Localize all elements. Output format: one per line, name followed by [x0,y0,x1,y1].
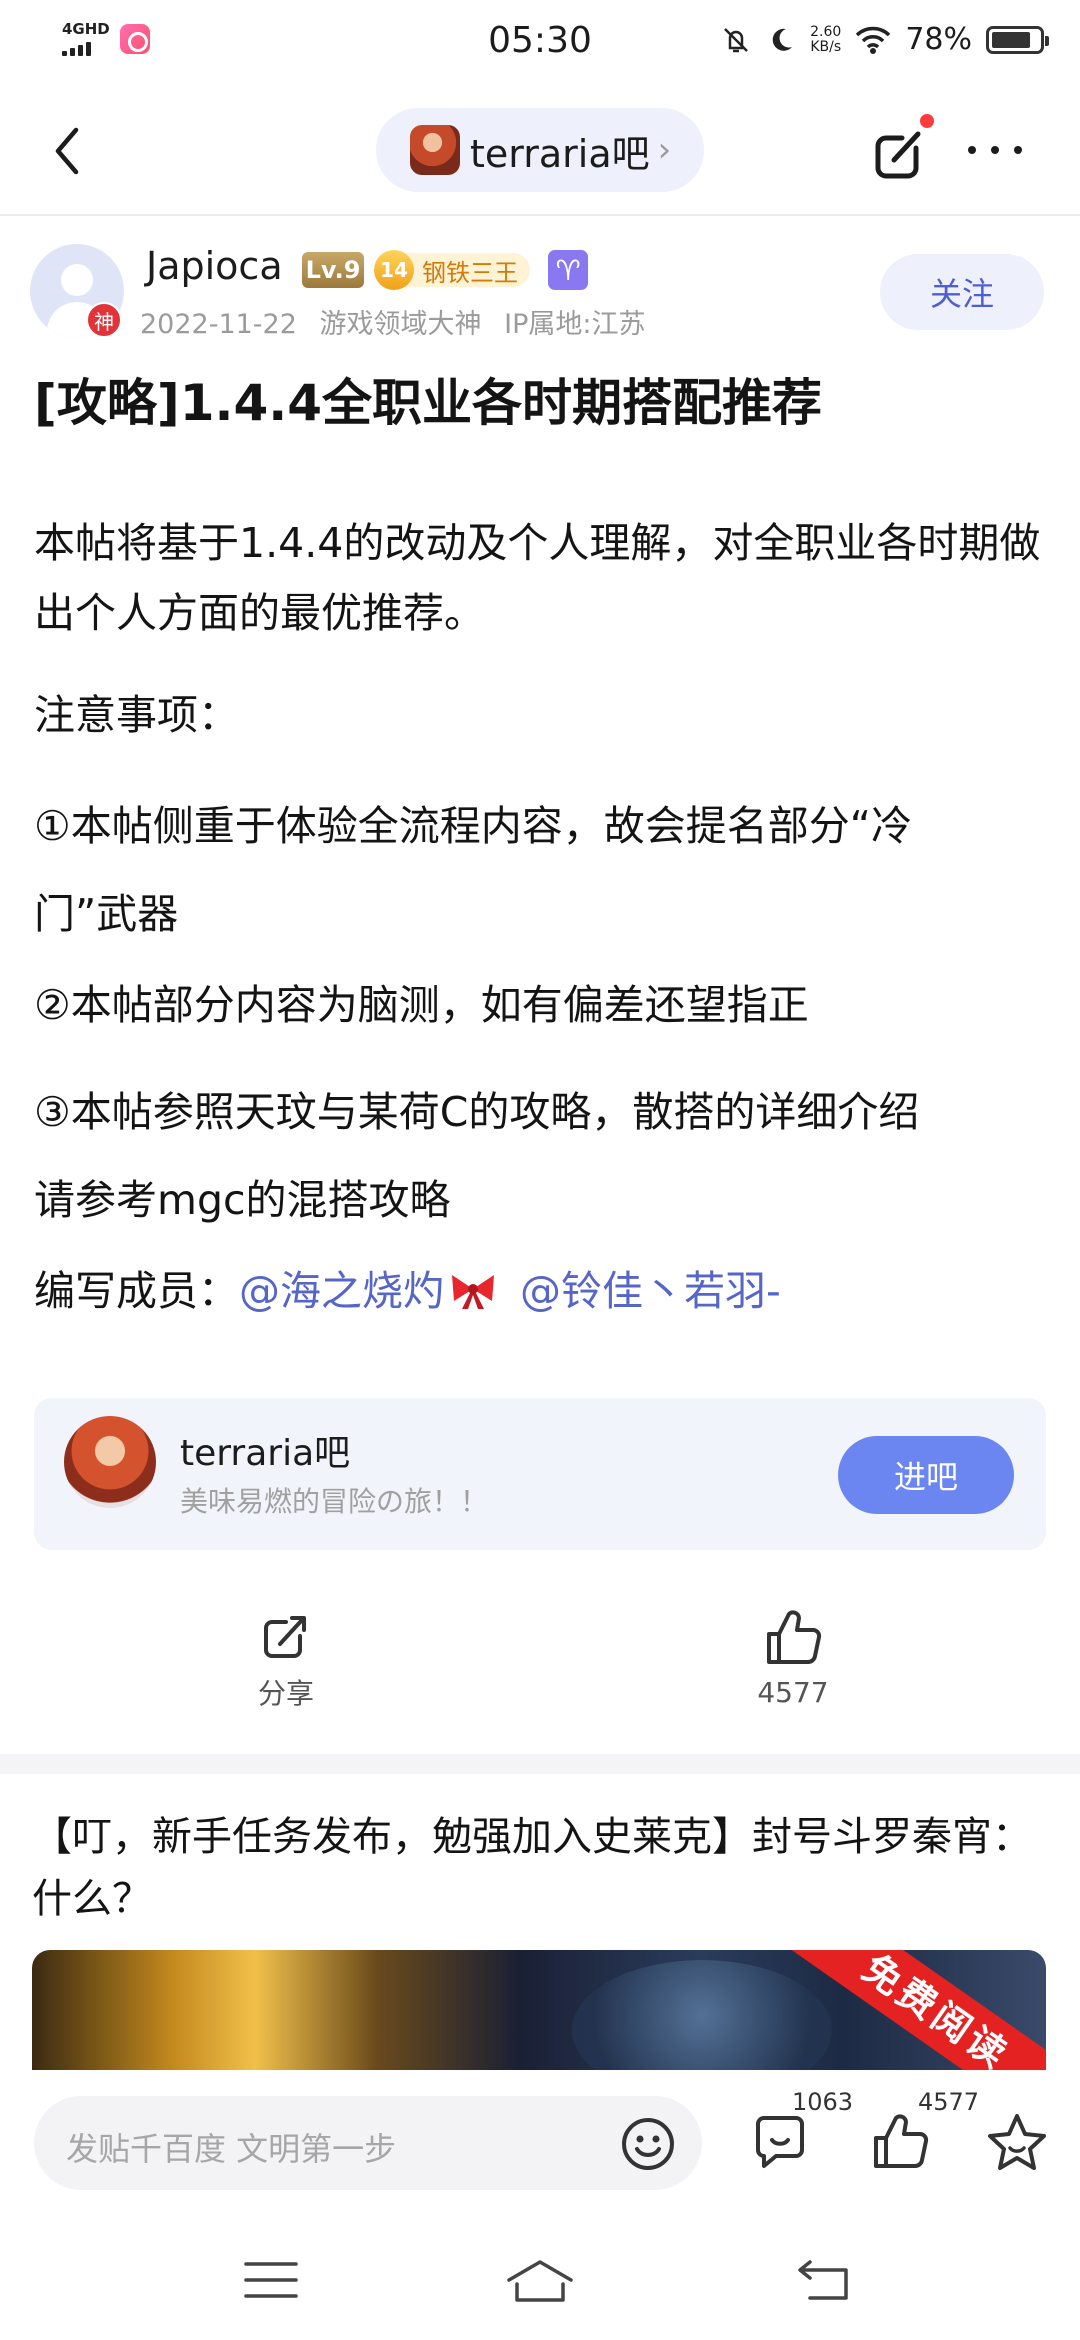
forum-name: terraria吧 [470,131,650,176]
action-row: 分享 4577 [0,1606,1080,1736]
like-button[interactable]: 4577 [713,1606,873,1709]
authors-label: 编写成员： [34,1267,239,1315]
chevron-right-icon: › [657,130,672,170]
recommendation-image[interactable]: 免费阅读 [32,1950,1046,2070]
do-not-disturb-moon-icon [772,28,793,51]
dragon-artwork [572,1960,832,2070]
home-icon[interactable] [505,2254,575,2306]
forum-pill-button[interactable]: terraria吧 › [376,108,704,192]
author-honor: 游戏领域大神 [319,309,482,340]
title-label: 钢铁三王 [402,253,530,287]
note-item: ③本帖参照天玟与某荷C的攻略，散搭的详细介绍请参考mgc的混搭攻略 [34,1088,920,1224]
author-row: 神 Japioca Lv.9 14 钢铁三王 ♈ 2022-11-22 游戏领域… [0,236,1080,356]
favorite-star-icon[interactable] [984,2110,1050,2176]
post-title: [攻略]1.4.4全职业各时期搭配推荐 [34,374,823,432]
note-item: ②本帖部分内容为脑测，如有偏差还望指正 [34,981,809,1029]
author-meta: 2022-11-22 游戏领域大神 IP属地:江苏 [140,302,659,341]
title-level-icon: 14 [374,250,414,290]
forum-card-name: terraria吧 [180,1433,351,1474]
author-name[interactable]: Japioca [146,244,283,288]
title-badge: 14 钢铁三王 [374,250,530,290]
follow-button[interactable]: 关注 [880,254,1044,330]
note-item: ①本帖侧重于体验全流程内容，故会提名部分“冷门”武器 [34,802,912,938]
comment-icon[interactable] [748,2110,812,2174]
share-icon [264,1616,306,1658]
forum-card-description: 美味易燃的冒险の旅！！ [180,1485,489,1518]
thumbs-up-icon[interactable] [868,2110,932,2174]
wifi-icon [856,26,891,54]
level-badge: Lv.9 [302,252,364,288]
menu-icon[interactable] [236,2254,306,2306]
forum-card[interactable]: terraria吧 美味易燃的冒险の旅！！ 进吧 [34,1398,1046,1550]
zodiac-aries-icon: ♈ [548,250,588,290]
system-navigation-bar [0,2220,1080,2340]
notes-heading: 注意事项： [34,691,239,739]
comment-placeholder: 发贴千百度 文明第一步 [66,2130,397,2168]
status-bar: 4GHD 05:30 2.60 KB/s 78% [0,0,1080,84]
post-date: 2022-11-22 [140,309,297,340]
network-speed: 2.60 KB/s [810,23,842,55]
like-count: 4577 [757,1676,829,1709]
forum-avatar [410,125,460,175]
forum-card-avatar [64,1416,156,1508]
ribbon-bow-emoji-icon [452,1275,494,1309]
share-label: 分享 [257,1677,314,1710]
section-divider [0,1754,1080,1774]
mention-link[interactable]: @海之烧灼 [239,1267,444,1315]
recommendation-title[interactable]: 【叮，新手任务发布，勉强加入史莱克】封号斗罗秦宵：什么？ [32,1806,1042,1930]
back-button[interactable] [40,124,94,178]
comment-bar: 发贴千百度 文明第一步 1063 4577 [0,2070,1080,2220]
notification-dot [920,114,934,128]
emoji-icon[interactable] [618,2114,678,2174]
back-icon[interactable] [790,2254,860,2306]
share-button[interactable]: 分享 [206,1606,366,1712]
post-intro: 本帖将基于1.4.4的改动及个人理解，对全职业各时期做出个人方面的最优推荐。 [34,519,1041,637]
more-icon[interactable] [962,130,1028,170]
battery-icon [986,25,1049,54]
comment-count: 1063 [792,2088,854,2116]
mute-icon [724,27,749,52]
like-count: 4577 [918,2088,980,2116]
mention-link[interactable]: @铃佳丶若羽- [520,1267,781,1315]
status-right: 2.60 KB/s 78% [720,22,1049,57]
post-body: 本帖将基于1.4.4的改动及个人理解，对全职业各时期做出个人方面的最优推荐。 注… [34,508,1046,1358]
back-arrow-icon [55,127,79,175]
god-badge: 神 [86,302,122,338]
battery-percent: 78% [905,22,972,57]
thumbs-up-icon [767,1610,822,1665]
top-navigation: terraria吧 › [0,100,1080,216]
enter-forum-button[interactable]: 进吧 [838,1436,1014,1514]
comment-input[interactable]: 发贴千百度 文明第一步 [34,2096,702,2190]
authors-line: 编写成员：@海之烧灼 @铃佳丶若羽- [34,1256,1046,1326]
ip-location: IP属地:江苏 [504,309,646,340]
